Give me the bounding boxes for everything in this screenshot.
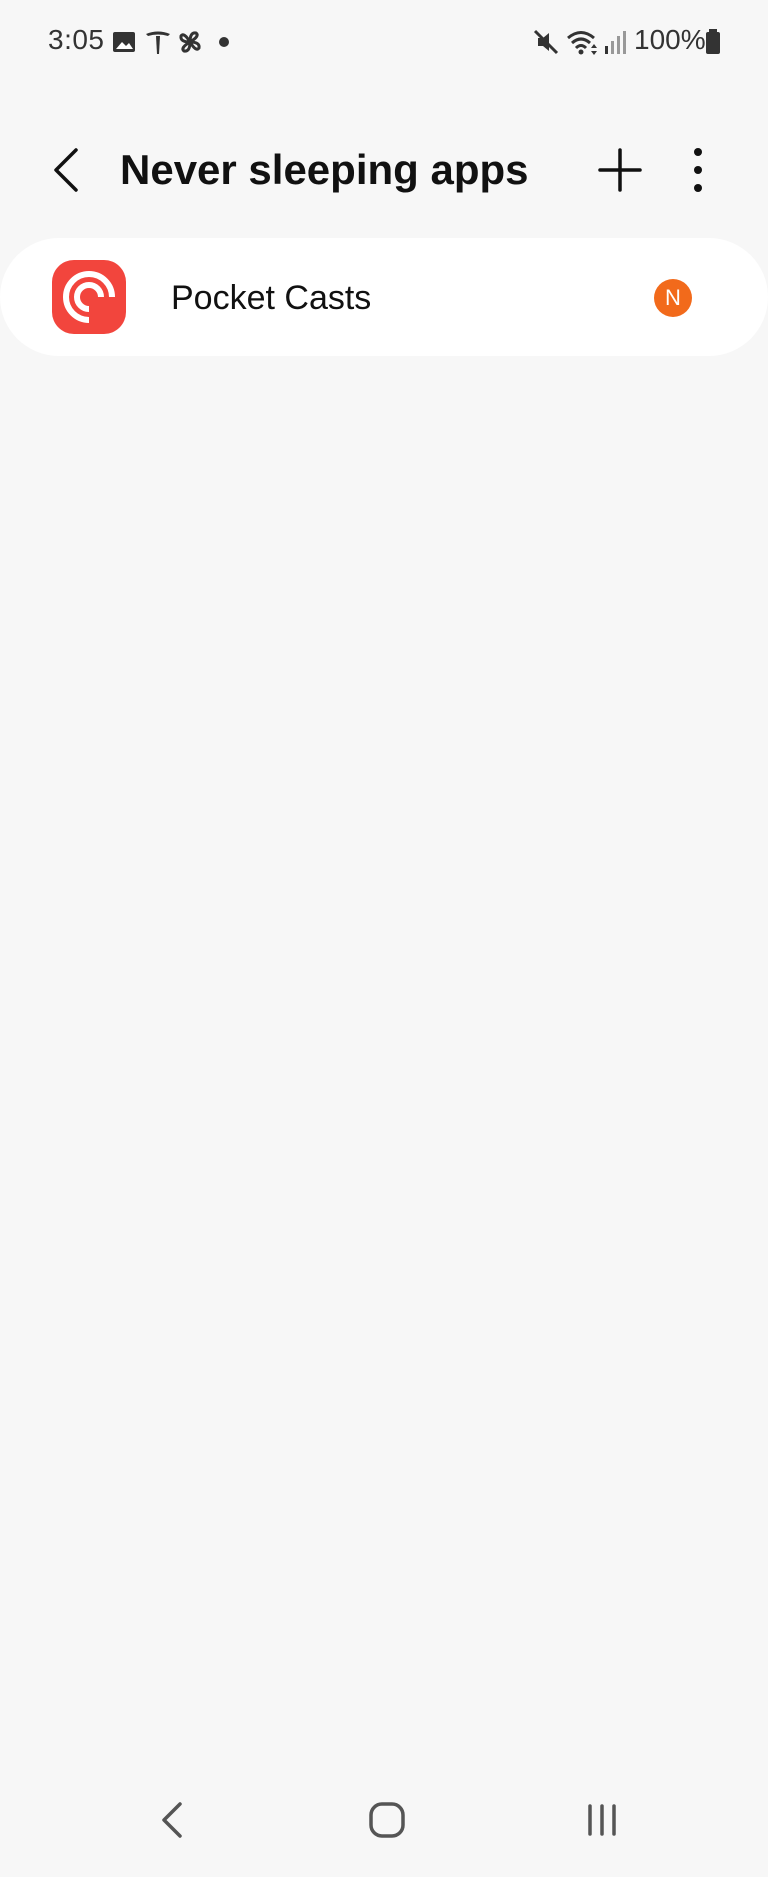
nav-recents-icon[interactable] [572, 1790, 632, 1850]
app-header: Never sleeping apps [0, 120, 768, 220]
battery-icon [706, 29, 720, 54]
page-title: Never sleeping apps [120, 146, 529, 193]
pocket-casts-icon [52, 260, 126, 334]
status-badge: N [654, 279, 692, 317]
status-time: 3:05 [48, 24, 105, 55]
navigation-bar [0, 1780, 768, 1877]
more-vertical-icon[interactable] [674, 142, 722, 198]
status-bar: 3:05 100% [0, 0, 768, 84]
mute-icon [533, 29, 559, 55]
wifi-icon [567, 31, 597, 55]
list-item-pocket-casts[interactable]: Pocket Casts [0, 238, 768, 356]
plus-icon[interactable] [592, 142, 648, 198]
back-chevron-icon[interactable] [40, 142, 96, 198]
tesla-icon [146, 31, 170, 54]
battery-percent: 100% [634, 24, 706, 55]
pinwheel-icon [179, 31, 201, 53]
gallery-icon [113, 32, 135, 52]
nav-home-icon[interactable] [357, 1790, 417, 1850]
dot-icon [219, 37, 229, 47]
app-name: Pocket Casts [171, 279, 372, 317]
nav-back-icon[interactable] [144, 1790, 204, 1850]
signal-icon [605, 31, 626, 54]
